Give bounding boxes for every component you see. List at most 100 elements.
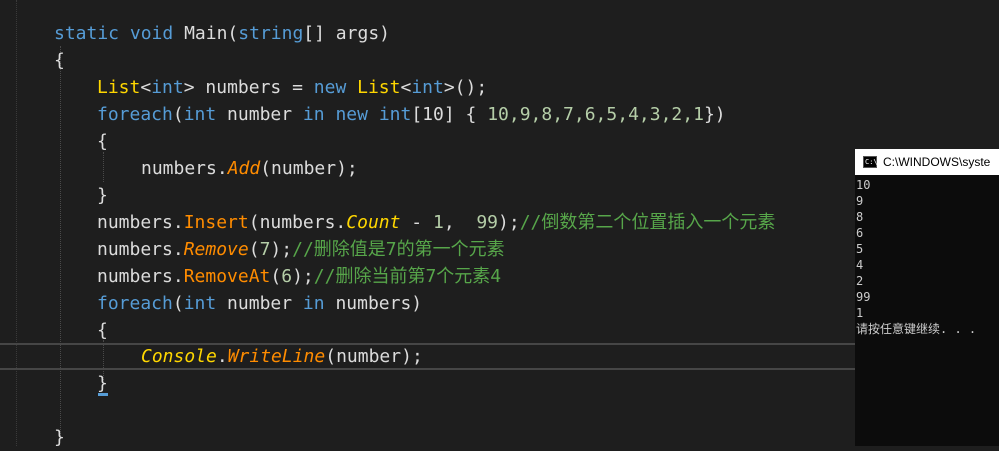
code-token: //倒数第二个位置插入一个元素 bbox=[519, 212, 776, 233]
indent-guide bbox=[103, 152, 104, 182]
code-editor[interactable]: static void Main(string[] args){List<int… bbox=[0, 0, 999, 448]
code-token: < bbox=[400, 77, 412, 98]
code-token: { bbox=[97, 131, 108, 152]
code-line[interactable]: { bbox=[97, 317, 108, 344]
console-output-line: 请按任意键继续. . . bbox=[856, 322, 977, 336]
code-token: > numbers = bbox=[183, 77, 314, 98]
code-line[interactable]: Console.WriteLine(number); bbox=[141, 343, 423, 370]
code-token: foreach bbox=[97, 293, 173, 314]
code-token: Console bbox=[141, 346, 217, 367]
code-token: numbers. bbox=[97, 212, 184, 233]
console-output-line: 9 bbox=[856, 194, 864, 208]
code-token: (number); bbox=[260, 158, 358, 179]
code-token: foreach bbox=[97, 104, 173, 125]
code-token: ); bbox=[292, 266, 314, 287]
console-title: C:\WINDOWS\syste bbox=[883, 155, 991, 169]
code-line[interactable]: { bbox=[97, 128, 108, 155]
code-line[interactable]: numbers.Insert(numbers.Count - 1, 99);//… bbox=[97, 209, 775, 236]
code-token: in bbox=[302, 293, 325, 314]
code-token: 99 bbox=[476, 212, 499, 233]
console-window-icon: C:\ bbox=[863, 156, 878, 168]
code-token: int bbox=[183, 293, 217, 314]
code-line[interactable]: foreach(int number in numbers) bbox=[97, 290, 422, 317]
code-token: int bbox=[183, 104, 217, 125]
code-token: ); bbox=[498, 212, 520, 233]
code-token: ( bbox=[248, 239, 260, 260]
code-token: int bbox=[151, 77, 184, 98]
code-token: , bbox=[443, 212, 477, 233]
code-token: ( bbox=[270, 266, 282, 287]
code-token: numbers. bbox=[141, 158, 228, 179]
console-output-line: 8 bbox=[856, 210, 864, 224]
code-token: numbers) bbox=[324, 293, 423, 314]
console-window[interactable]: C:\ C:\WINDOWS\syste 10 9 8 6 5 4 2 99 1 请按任意键继续.… bbox=[855, 149, 999, 446]
console-output: 10 9 8 6 5 4 2 99 1 请按任意键继续. . . bbox=[856, 177, 976, 337]
code-line[interactable]: numbers.Add(number); bbox=[141, 155, 358, 182]
code-token: < bbox=[140, 77, 152, 98]
code-token: >(); bbox=[443, 77, 488, 98]
code-line[interactable]: } bbox=[97, 182, 108, 209]
code-token: (number); bbox=[325, 346, 423, 367]
code-token: number bbox=[216, 293, 303, 314]
code-token: in bbox=[302, 104, 325, 125]
code-token: static bbox=[54, 23, 120, 44]
code-token: new bbox=[335, 104, 368, 125]
code-line[interactable]: { bbox=[54, 47, 65, 74]
code-token: numbers. bbox=[97, 239, 184, 260]
code-line[interactable]: static void Main(string[] args) bbox=[54, 20, 390, 47]
code-line[interactable]: foreach(int number in new int[10] { 10,9… bbox=[97, 101, 726, 128]
code-token: [] args) bbox=[303, 23, 390, 44]
console-output-line: 1 bbox=[856, 306, 864, 320]
code-line[interactable]: numbers.Remove(7);//删除值是7的第一个元素 bbox=[97, 236, 505, 263]
console-output-line: 2 bbox=[856, 274, 864, 288]
code-token: . bbox=[216, 346, 228, 367]
code-token: Remove bbox=[183, 239, 249, 260]
code-token: 7 bbox=[259, 239, 271, 260]
code-token: } bbox=[97, 185, 108, 206]
code-token: 6 bbox=[281, 266, 293, 287]
code-token: ); bbox=[270, 239, 293, 260]
code-token: void bbox=[129, 23, 174, 44]
gutter-guide bbox=[16, 0, 17, 446]
code-token: int bbox=[378, 104, 412, 125]
code-token: [10] { bbox=[411, 104, 488, 125]
console-output-line: 6 bbox=[856, 226, 864, 240]
code-token: Count bbox=[346, 212, 401, 233]
code-token: (numbers. bbox=[248, 212, 347, 233]
code-token: List bbox=[97, 77, 141, 98]
code-token: new bbox=[313, 77, 347, 98]
code-line[interactable]: numbers.RemoveAt(6);//删除当前第7个元素4 bbox=[97, 263, 501, 290]
console-title-bar[interactable]: C:\ C:\WINDOWS\syste bbox=[855, 149, 999, 175]
code-line[interactable]: List<int> numbers = new List<int>(); bbox=[97, 74, 487, 101]
code-token: ( bbox=[172, 293, 184, 314]
code-token: WriteLine bbox=[227, 346, 326, 367]
brace-match-marker bbox=[98, 393, 108, 396]
code-token: Main( bbox=[173, 23, 239, 44]
code-token: Insert bbox=[183, 212, 249, 233]
code-token: //删除当前第7个元素4 bbox=[313, 266, 502, 287]
code-token: number bbox=[216, 104, 303, 125]
code-token: string bbox=[238, 23, 304, 44]
code-token: ( bbox=[172, 104, 184, 125]
code-token: 10,9,8,7,6,5,4,3,2,1 bbox=[487, 104, 704, 125]
code-token: //删除值是7的第一个元素 bbox=[292, 239, 505, 260]
code-token: RemoveAt bbox=[183, 266, 271, 287]
code-token: } bbox=[97, 373, 108, 394]
code-token: Add bbox=[227, 158, 261, 179]
console-output-line: 4 bbox=[856, 258, 864, 272]
code-token: }) bbox=[703, 104, 726, 125]
code-token: - bbox=[400, 212, 433, 233]
code-line[interactable]: } bbox=[54, 424, 65, 451]
code-token: { bbox=[54, 50, 65, 71]
code-token: numbers. bbox=[97, 266, 184, 287]
console-output-line: 5 bbox=[856, 242, 864, 256]
code-token: { bbox=[97, 320, 108, 341]
code-token: } bbox=[54, 427, 65, 448]
console-output-line: 10 bbox=[856, 178, 871, 192]
console-output-line: 99 bbox=[856, 290, 871, 304]
code-token: List bbox=[357, 77, 401, 98]
